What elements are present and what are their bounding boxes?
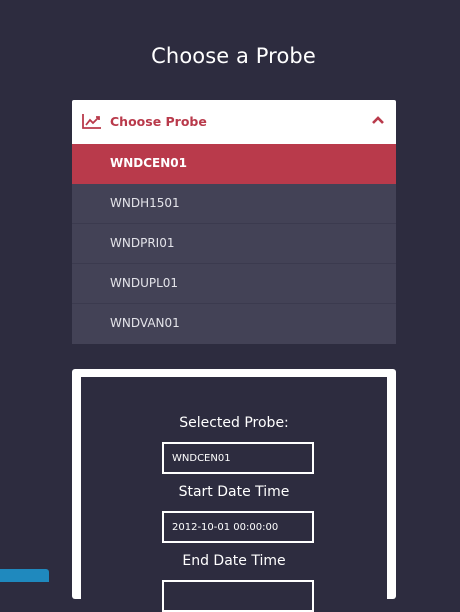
start-date-time-field[interactable]: [162, 511, 314, 543]
probe-form: Selected Probe: Start Date Time End Date…: [81, 377, 387, 612]
chevron-up-icon[interactable]: [371, 115, 385, 125]
end-date-time-label: End Date Time: [182, 553, 286, 569]
probe-form-panel: Selected Probe: Start Date Time End Date…: [72, 369, 396, 612]
end-date-time-field[interactable]: [162, 580, 314, 612]
page-title: Choose a Probe: [151, 44, 316, 68]
probe-item-wndpri01[interactable]: WNDPRI01: [72, 224, 396, 264]
dropdown-label: Choose Probe: [110, 114, 207, 129]
probe-list: WNDCEN01 WNDH1501 WNDPRI01 WNDUPL01 WNDV…: [72, 144, 396, 344]
probe-item-wndcen01[interactable]: WNDCEN01: [72, 144, 396, 184]
probe-item-wndupl01[interactable]: WNDUPL01: [72, 264, 396, 304]
selected-probe-label: Selected Probe:: [179, 415, 289, 431]
probe-item-wndvan01[interactable]: WNDVAN01: [72, 304, 396, 344]
line-chart-icon: [82, 114, 101, 129]
selected-probe-field[interactable]: [162, 442, 314, 474]
probe-dropdown-toggle[interactable]: Choose Probe: [72, 100, 396, 144]
probe-dropdown: Choose Probe WNDCEN01 WNDH1501 WNDPRI01 …: [72, 100, 396, 344]
corner-tab-button[interactable]: [0, 569, 49, 582]
start-date-time-label: Start Date Time: [178, 484, 290, 500]
probe-item-wndh1501[interactable]: WNDH1501: [72, 184, 396, 224]
